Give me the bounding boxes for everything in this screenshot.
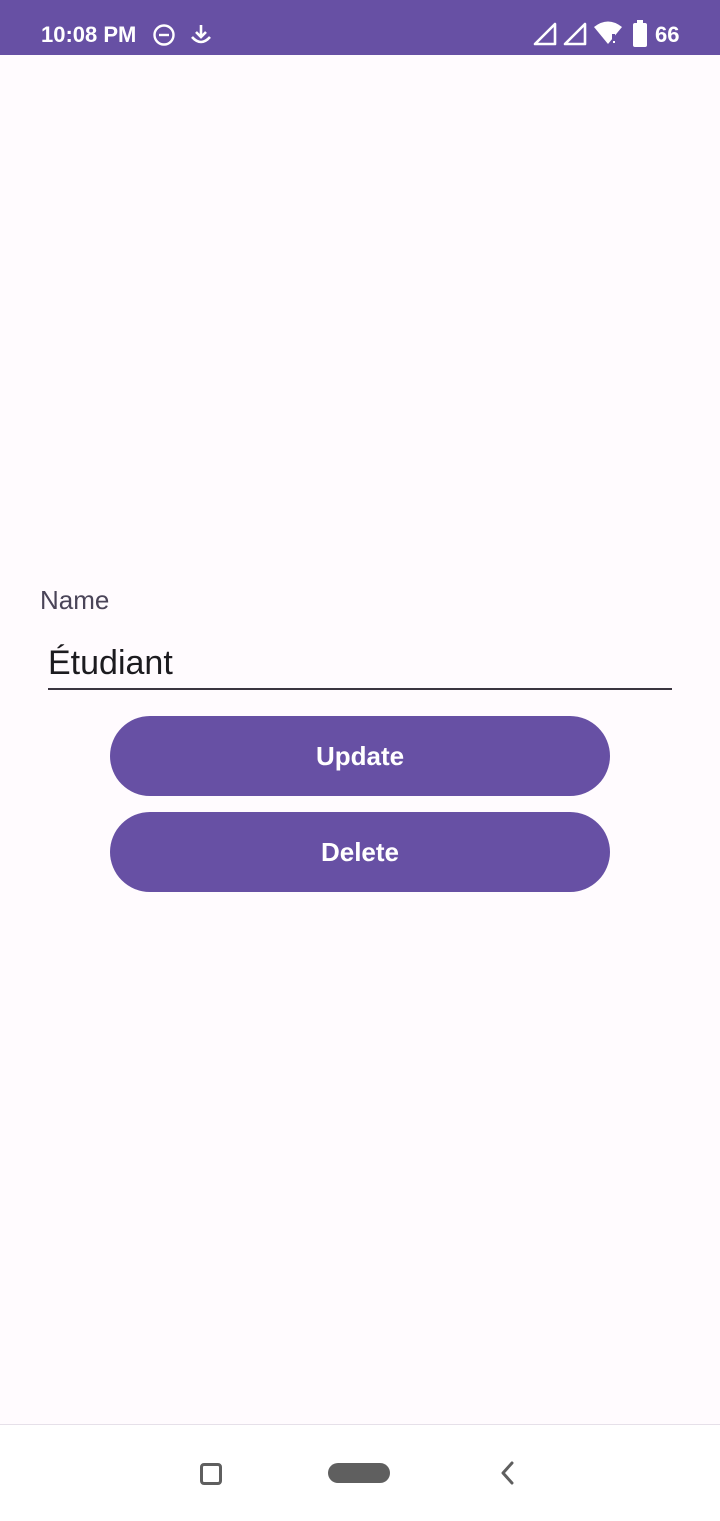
download-icon: [189, 22, 213, 51]
battery-icon: [632, 20, 648, 53]
back-icon[interactable]: [496, 1459, 520, 1487]
status-time: 10:08 PM: [41, 22, 137, 47]
status-bar: 10:08 PM 66: [0, 0, 720, 55]
name-label: Name: [40, 585, 110, 615]
signal-icon: [533, 22, 557, 51]
battery-percentage: 66: [655, 22, 680, 47]
recents-icon[interactable]: [200, 1463, 222, 1485]
wifi-icon: [593, 20, 623, 51]
navigation-bar: [0, 1424, 720, 1521]
signal-icon: [563, 22, 587, 51]
home-icon[interactable]: [328, 1463, 390, 1483]
update-button[interactable]: Update: [110, 716, 610, 796]
do-not-disturb-icon: [152, 23, 176, 52]
delete-button[interactable]: Delete: [110, 812, 610, 892]
name-field[interactable]: [48, 638, 672, 690]
